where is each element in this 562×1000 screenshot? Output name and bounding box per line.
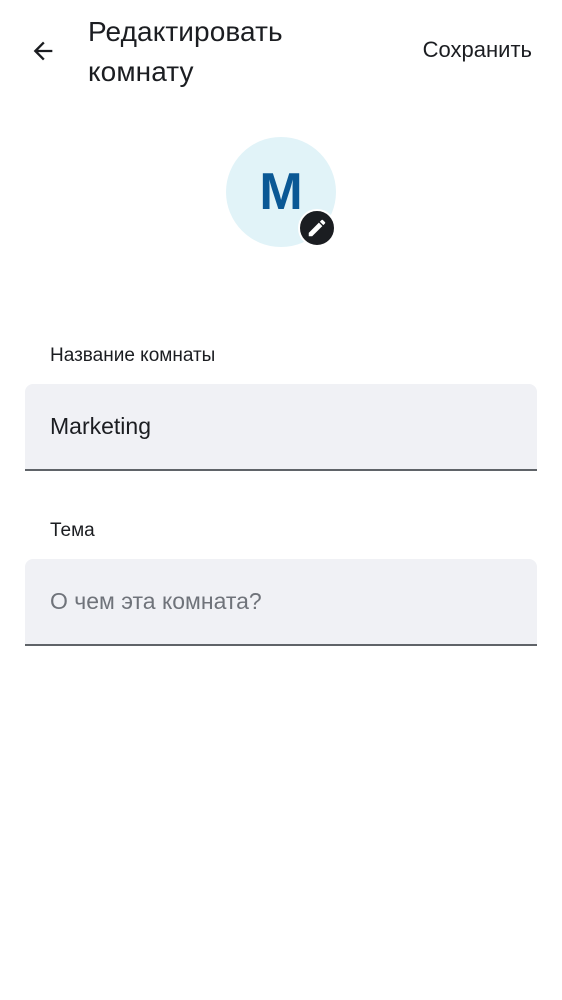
edit-avatar-badge[interactable] <box>298 209 336 247</box>
topic-field <box>25 559 537 646</box>
page-title: Редактировать комнату <box>88 16 283 87</box>
room-name-field <box>25 384 537 471</box>
pencil-icon <box>308 219 326 237</box>
back-button[interactable] <box>22 30 64 72</box>
room-name-label: Название комнаты <box>50 345 216 366</box>
room-name-input[interactable] <box>25 384 537 469</box>
arrow-left-icon <box>33 41 53 61</box>
topic-label: Тема <box>50 520 95 541</box>
room-avatar-editor[interactable]: M <box>226 137 338 249</box>
top-app-bar: Редактировать комнату Сохранить <box>0 0 562 100</box>
save-button[interactable]: Сохранить <box>423 34 532 66</box>
topic-input[interactable] <box>25 559 537 644</box>
edit-room-screen: Редактировать комнату Сохранить M Назван… <box>0 0 562 1000</box>
